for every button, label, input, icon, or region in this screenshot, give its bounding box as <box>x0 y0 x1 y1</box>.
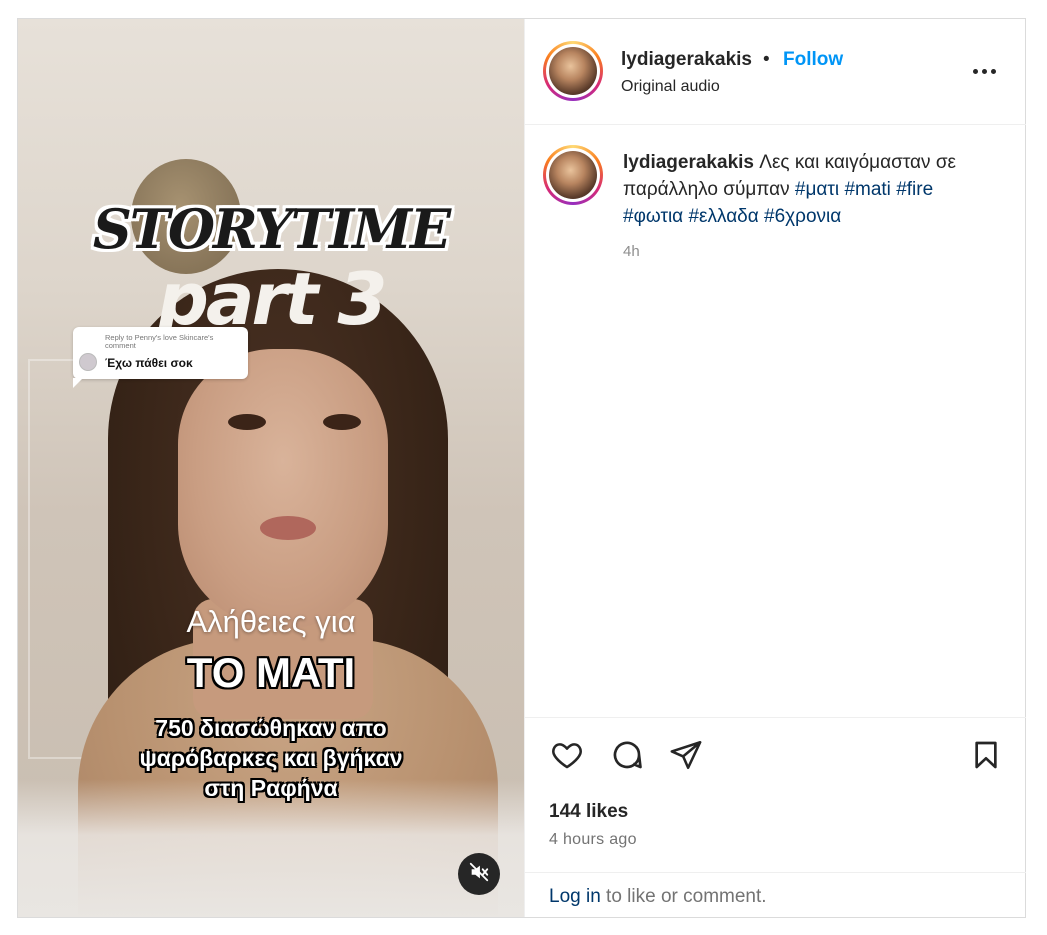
mute-button[interactable] <box>458 853 500 895</box>
person-face <box>178 349 388 629</box>
hashtag[interactable]: #φωτια <box>623 206 683 227</box>
login-rest: to like or comment. <box>600 886 767 907</box>
person-lips <box>260 516 316 540</box>
caption-timestamp[interactable]: 4h <box>623 243 640 260</box>
overlay-line-3: 750 διασώθηκαν απο ψαρόβαρκες και βγήκαν… <box>18 713 524 803</box>
overlay-line-3c: στη Ραφήνα <box>204 775 338 801</box>
caption-section: lydiagerakakis Λες και καιγόμασταν σε πα… <box>525 125 1026 717</box>
video-player[interactable]: STORYTIME part 3 Reply to Penny's love S… <box>18 19 524 917</box>
reply-text: Έχω πάθει σοκ <box>105 356 193 370</box>
post-header: lydiagerakakis • Follow Original audio <box>525 19 1026 125</box>
login-link[interactable]: Log in <box>549 886 601 907</box>
follow-button[interactable]: Follow <box>783 49 843 71</box>
overlay-line-2: ΤΟ ΜΑΤΙ <box>186 649 356 696</box>
heart-icon <box>549 738 585 777</box>
hashtag[interactable]: #ματι <box>795 179 839 200</box>
comment-icon <box>610 738 644 777</box>
share-icon <box>669 738 703 777</box>
person-eye <box>228 414 266 430</box>
login-text: Log in to like or comment. <box>549 886 767 908</box>
comment-button[interactable] <box>607 737 647 777</box>
post-time[interactable]: 4 hours ago <box>549 831 637 849</box>
overlay-title: STORYTIME <box>92 197 451 261</box>
hashtag[interactable]: #6χρονια <box>764 206 841 227</box>
action-bar: 144 likes 4 hours ago <box>525 717 1026 872</box>
commenter-avatar <box>79 353 97 371</box>
separator-dot: • <box>763 49 770 70</box>
more-options-button[interactable] <box>969 61 999 81</box>
reply-context: Reply to Penny's love Skincare's comment <box>105 333 214 350</box>
post-side-panel: lydiagerakakis • Follow Original audio l… <box>524 19 1026 917</box>
person-eye <box>323 414 361 430</box>
like-button[interactable] <box>547 737 587 777</box>
overlay-line-1: Αλήθειες για <box>186 604 356 639</box>
reply-comment-sticker: Reply to Penny's love Skincare's comment… <box>73 327 248 388</box>
login-prompt: Log in to like or comment. <box>525 872 1026 917</box>
bookmark-icon <box>970 738 1002 777</box>
overlay-line-3a: 750 διασώθηκαν απο <box>155 715 387 741</box>
header-avatar[interactable] <box>543 41 603 101</box>
header-username[interactable]: lydiagerakakis <box>621 49 752 71</box>
share-button[interactable] <box>666 737 706 777</box>
likes-count[interactable]: 144 likes <box>549 801 628 823</box>
audio-label[interactable]: Original audio <box>621 78 720 96</box>
hashtag[interactable]: #ελλαδα <box>688 206 758 227</box>
muted-speaker-icon <box>468 861 490 888</box>
post-card: STORYTIME part 3 Reply to Penny's love S… <box>17 18 1026 918</box>
overlay-line-3b: ψαρόβαρκες και βγήκαν <box>139 745 403 771</box>
save-button[interactable] <box>966 737 1006 777</box>
caption-username[interactable]: lydiagerakakis <box>623 152 754 173</box>
more-horizontal-icon <box>972 68 978 74</box>
caption-avatar[interactable] <box>543 145 603 205</box>
hashtag[interactable]: #fire <box>896 179 933 200</box>
hashtag[interactable]: #mati <box>844 179 890 200</box>
caption-text: lydiagerakakis Λες και καιγόμασταν σε πα… <box>623 149 983 230</box>
